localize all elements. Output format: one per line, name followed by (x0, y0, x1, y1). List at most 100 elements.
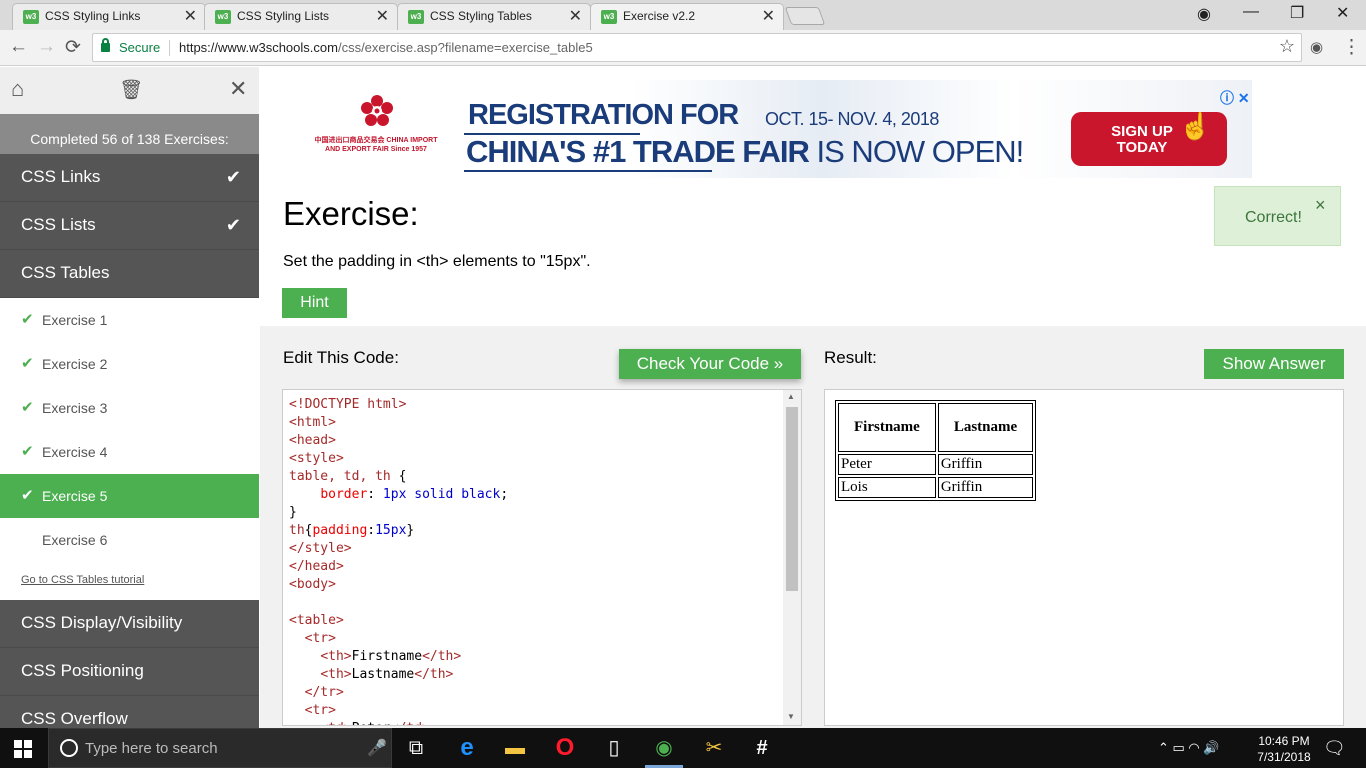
restore-button[interactable]: ❐ (1290, 3, 1304, 23)
ad-signup-button[interactable]: SIGN UP TODAY ☝ (1071, 112, 1227, 166)
tab-exercise[interactable]: w3 Exercise v2.2 ✕ (590, 3, 784, 30)
code-line[interactable]: border: 1px solid black; (289, 486, 508, 504)
code-line[interactable] (289, 594, 508, 612)
exercise-item-4[interactable]: ✔ Exercise 4 (0, 430, 259, 474)
code-line[interactable]: <tr> (289, 702, 508, 720)
address-bar[interactable]: Secure https://www.w3schools.com/css/exe… (92, 33, 1302, 62)
notification-icon[interactable]: 🗨 (1323, 738, 1346, 759)
code-editor[interactable]: <!DOCTYPE html> <html> <head> <style> table,… (282, 389, 802, 726)
sidebar-category-css-display[interactable]: CSS Display/Visibility (0, 600, 259, 648)
tab-css-styling-lists[interactable]: w3 CSS Styling Lists ✕ (204, 3, 398, 30)
windows-start-icon[interactable] (14, 740, 32, 758)
code-line[interactable]: <html> (289, 414, 508, 432)
hint-button[interactable]: Hint (282, 288, 347, 318)
code-line[interactable]: </style> (289, 540, 508, 558)
minimize-button[interactable]: — (1243, 3, 1259, 21)
code-line[interactable]: <td>Peter</td> (289, 720, 508, 725)
code-line[interactable]: <body> (289, 576, 508, 594)
tab-close-icon[interactable]: ✕ (376, 6, 389, 26)
exercise-item-2[interactable]: ✔ Exercise 2 (0, 342, 259, 386)
exercise-item-6[interactable]: Exercise 6 (0, 518, 259, 562)
start-tile (24, 750, 32, 758)
code-line[interactable]: <tr> (289, 630, 508, 648)
url-text[interactable]: https://www.w3schools.com/css/exercise.a… (179, 40, 593, 55)
new-tab-button[interactable] (784, 7, 826, 25)
back-icon[interactable]: ← (9, 36, 28, 58)
code-line[interactable]: th{padding:15px} (289, 522, 508, 540)
trash-icon[interactable]: 🗑 (119, 78, 143, 102)
home-icon[interactable]: ⌂ (11, 76, 24, 102)
bookmark-star-icon[interactable]: ☆ (1279, 36, 1295, 57)
code-content[interactable]: <!DOCTYPE html> <html> <head> <style> table,… (289, 396, 508, 725)
start-tile (24, 740, 32, 748)
tab-close-icon[interactable]: ✕ (569, 6, 582, 26)
sidebar-category-css-tables[interactable]: CSS Tables (0, 250, 259, 298)
sidebar-category-css-overflow[interactable]: CSS Overflow (0, 696, 259, 728)
sidebar-toolbar: ⌂ 🗑 ✕ (0, 67, 259, 114)
extension-icon[interactable]: ◉ (1310, 38, 1323, 56)
hand-pointer-icon: ☝ (1179, 111, 1212, 141)
adchoices-icon[interactable]: ⓘ ✕ (1220, 88, 1250, 108)
code-line[interactable]: } (289, 504, 508, 522)
scrollbar-thumb[interactable] (786, 407, 798, 591)
code-line[interactable]: <head> (289, 432, 508, 450)
exercise-item-3[interactable]: ✔ Exercise 3 (0, 386, 259, 430)
table-header-row: Firstname Lastname (838, 403, 1034, 452)
exercise-header (260, 178, 1366, 326)
browser-toolbar: ← → ⟳ Secure https://www.w3schools.com/c… (0, 30, 1366, 66)
system-tray[interactable]: ⌃ ▭ ◠ 🔊 (1158, 740, 1220, 756)
tab-close-icon[interactable]: ✕ (762, 6, 775, 26)
microphone-icon[interactable]: 🎤 (367, 738, 387, 758)
ad-banner[interactable]: 中国进出口商品交易会 CHINA IMPORT AND EXPORT FAIR … (300, 80, 1252, 178)
profile-icon[interactable]: ◉ (1197, 4, 1211, 24)
chrome-icon[interactable]: ◉ (651, 736, 677, 760)
scroll-down-icon[interactable]: ▼ (787, 712, 795, 721)
sidebar-category-css-links[interactable]: CSS Links ✔ (0, 154, 259, 202)
notepad-icon[interactable]: ▯ (601, 736, 627, 760)
exercise-item-1[interactable]: ✔ Exercise 1 (0, 298, 259, 342)
slack-icon[interactable]: # (749, 736, 775, 760)
taskbar-search[interactable]: Type here to search 🎤 (48, 728, 392, 768)
category-label: CSS Overflow (21, 709, 128, 728)
close-sidebar-icon[interactable]: ✕ (229, 76, 247, 102)
tab-css-styling-links[interactable]: w3 CSS Styling Links ✕ (12, 3, 206, 30)
sidebar-category-css-lists[interactable]: CSS Lists ✔ (0, 202, 259, 250)
chrome-menu-icon[interactable]: ⋮ (1342, 36, 1361, 59)
clock-date: 7/31/2018 (1257, 750, 1311, 764)
window-close-button[interactable]: ✕ (1336, 3, 1349, 23)
code-line[interactable]: <th>Firstname</th> (289, 648, 508, 666)
exercise-instruction: Set the padding in <th> elements to "15p… (283, 253, 591, 270)
editor-scrollbar[interactable]: ▲ ▼ (783, 390, 801, 725)
code-line[interactable]: table, td, th { (289, 468, 508, 486)
exercise-label: Exercise 4 (42, 444, 108, 460)
tab-close-icon[interactable]: ✕ (184, 6, 197, 26)
edit-code-label: Edit This Code: (283, 348, 399, 367)
edge-icon[interactable]: e (454, 736, 480, 760)
code-line[interactable]: </tr> (289, 684, 508, 702)
result-label: Result: (824, 348, 877, 367)
scroll-up-icon[interactable]: ▲ (787, 392, 795, 401)
exercise-label: Exercise 2 (42, 356, 108, 372)
sidebar-category-css-positioning[interactable]: CSS Positioning (0, 648, 259, 696)
exercise-item-5[interactable]: ✔ Exercise 5 (0, 474, 259, 518)
code-line[interactable]: <style> (289, 450, 508, 468)
tools-icon[interactable]: ✂ (701, 736, 727, 760)
code-line[interactable]: <th>Lastname</th> (289, 666, 508, 684)
checkmark-icon: ✔ (21, 443, 34, 460)
close-alert-icon[interactable]: × (1315, 195, 1326, 216)
tab-css-styling-tables[interactable]: w3 CSS Styling Tables ✕ (397, 3, 591, 30)
code-line[interactable]: </head> (289, 558, 508, 576)
show-answer-button[interactable]: Show Answer (1204, 349, 1344, 379)
forward-icon[interactable]: → (37, 36, 56, 58)
reload-icon[interactable]: ⟳ (65, 36, 81, 59)
exercise-sidebar: ⌂ 🗑 ✕ Completed 56 of 138 Exercises: CSS… (0, 67, 259, 728)
check-code-button[interactable]: Check Your Code » (619, 349, 801, 379)
w3schools-favicon-icon: w3 (215, 10, 231, 24)
tutorial-link[interactable]: Go to CSS Tables tutorial (21, 574, 144, 586)
taskbar-clock[interactable]: 10:46 PM 7/31/2018 (1254, 733, 1314, 765)
opera-icon[interactable]: O (552, 736, 578, 760)
task-view-icon[interactable]: ⧉ (403, 736, 429, 760)
code-line[interactable]: <table> (289, 612, 508, 630)
code-line[interactable]: <!DOCTYPE html> (289, 396, 508, 414)
file-explorer-icon[interactable]: ▬ (502, 736, 528, 760)
